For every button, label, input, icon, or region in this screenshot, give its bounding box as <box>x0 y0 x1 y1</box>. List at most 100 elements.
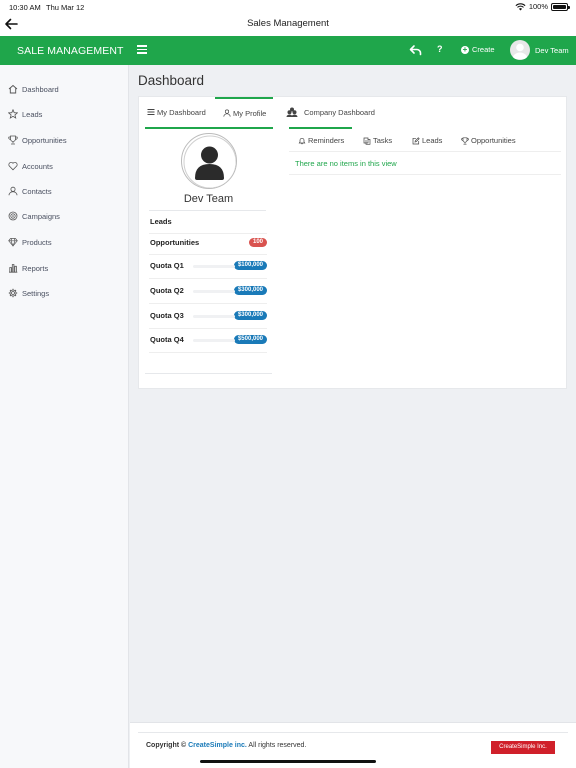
help-button[interactable]: ? <box>437 44 443 54</box>
divider <box>149 303 267 304</box>
subtab-label: Opportunities <box>471 136 516 145</box>
bell-icon <box>298 137 306 144</box>
sidebar-item-label: Dashboard <box>22 84 59 94</box>
rights-text: All rights reserved. <box>248 742 307 749</box>
stat-opportunities[interactable]: Opportunities 100 <box>150 236 267 248</box>
sidebar-item-label: Opportunities <box>22 135 67 145</box>
edit-icon <box>412 136 420 144</box>
sidebar-item-label: Campaigns <box>22 211 60 221</box>
stat-label: Opportunities <box>150 237 200 247</box>
sidebar-item-contacts[interactable]: Contacts <box>8 186 52 196</box>
sidebar-item-dashboard[interactable]: Dashboard <box>8 84 59 94</box>
diamond-icon <box>8 238 18 247</box>
tab-label: Company Dashboard <box>304 107 375 117</box>
person-icon <box>183 135 236 188</box>
status-date: Thu Mar 12 <box>46 3 85 12</box>
trophy-icon <box>8 135 18 145</box>
subtab-reminders[interactable]: Reminders <box>298 136 344 145</box>
profile-avatar <box>181 133 237 189</box>
copyright-text: Copyright © CreateSimple inc. All rights… <box>146 742 306 749</box>
status-bar: 10:30 AM Thu Mar 12 100% <box>0 0 576 14</box>
gear-icon <box>8 288 18 298</box>
avatar-person-icon <box>512 43 528 59</box>
sidebar-item-leads[interactable]: Leads <box>8 109 42 119</box>
subtab-leads[interactable]: Leads <box>412 136 442 145</box>
stat-label: Quota Q4 <box>150 334 184 344</box>
divider <box>149 328 267 329</box>
undo-icon[interactable] <box>409 44 422 56</box>
trophy-icon <box>461 136 469 145</box>
nav-title: Sales Management <box>247 18 329 29</box>
create-label: Create <box>472 45 495 54</box>
sidebar: Dashboard Leads Opportunities Accounts C… <box>0 65 129 768</box>
user-avatar[interactable] <box>510 40 530 60</box>
sidebar-item-label: Leads <box>22 109 43 119</box>
stat-label: Leads <box>150 216 172 226</box>
star-icon <box>8 109 18 119</box>
user-name[interactable]: Dev Team <box>535 46 569 55</box>
home-indicator[interactable] <box>200 760 376 763</box>
tab-my-dashboard[interactable]: My Dashboard <box>147 97 206 127</box>
home-icon <box>8 84 18 94</box>
page-title: Dashboard <box>138 73 205 88</box>
user-icon <box>8 186 18 196</box>
wifi-icon <box>515 2 526 11</box>
subtab-label: Reminders <box>308 136 345 145</box>
heart-icon <box>8 161 18 171</box>
sidebar-item-accounts[interactable]: Accounts <box>8 161 53 171</box>
tab-label: My Dashboard <box>157 107 206 117</box>
subtab-tasks[interactable]: Tasks <box>363 136 392 145</box>
subtab-opportunities[interactable]: Opportunities <box>461 136 516 145</box>
plus-circle-icon: + <box>461 44 469 54</box>
users-icon <box>286 107 298 117</box>
divider <box>149 254 267 255</box>
stat-leads[interactable]: Leads <box>150 215 267 227</box>
quota-badge: $300,000 <box>233 285 267 295</box>
divider <box>149 278 267 279</box>
opportunities-count-badge: 100 <box>248 237 267 247</box>
sidebar-item-label: Settings <box>22 288 50 298</box>
sidebar-item-reports[interactable]: Reports <box>8 263 48 273</box>
company-link[interactable]: CreateSimple inc. <box>188 742 247 749</box>
divider <box>149 210 266 211</box>
quota-progress-bar <box>193 315 235 318</box>
user-icon <box>223 109 231 117</box>
stat-label: Quota Q2 <box>150 285 184 295</box>
tab-my-profile[interactable]: My Profile <box>215 97 273 127</box>
sidebar-item-label: Reports <box>22 263 49 273</box>
create-button[interactable]: + Create <box>461 45 495 54</box>
divider <box>138 732 568 733</box>
subtab-label: Leads <box>422 136 443 145</box>
profile-panel: Dev Team Leads Opportunities 100 Quota Q… <box>145 129 272 374</box>
profile-name: Dev Team <box>183 193 234 205</box>
quota-badge: $500,000 <box>233 334 267 344</box>
nav-bar: Sales Management <box>0 14 576 36</box>
battery-level <box>553 4 566 9</box>
createsimple-button[interactable]: CreateSimple Inc. <box>491 741 555 754</box>
quota-progress-bar <box>193 265 235 268</box>
quota-badge: $300,000 <box>233 310 267 320</box>
quota-badge: $100,000 <box>233 260 267 270</box>
empty-state-message: There are no items in this view <box>295 159 397 168</box>
hamburger-menu-icon[interactable] <box>137 45 147 54</box>
sidebar-item-label: Products <box>22 237 52 247</box>
sidebar-item-products[interactable]: Products <box>8 237 52 247</box>
sidebar-item-opportunities[interactable]: Opportunities <box>8 135 67 145</box>
status-right: 100% <box>515 2 570 11</box>
tab-label: My Profile <box>233 108 267 118</box>
sidebar-item-campaigns[interactable]: Campaigns <box>8 211 60 221</box>
bar-chart-icon <box>9 264 18 273</box>
tab-company-dashboard[interactable]: Company Dashboard <box>286 97 375 127</box>
quota-progress-bar <box>193 339 235 342</box>
app-header: SALE MANAGEMENT ? + Create Dev Team <box>0 36 576 65</box>
sidebar-item-settings[interactable]: Settings <box>8 288 49 298</box>
stat-label: Quota Q1 <box>150 260 184 270</box>
subtab-label: Tasks <box>373 136 393 145</box>
brand-name[interactable]: SALE MANAGEMENT <box>17 45 124 57</box>
divider <box>149 352 267 353</box>
divider <box>289 174 561 175</box>
sidebar-item-label: Contacts <box>22 186 52 196</box>
copyright-prefix: Copyright © <box>146 742 187 749</box>
stat-label: Quota Q3 <box>150 310 184 320</box>
activity-subtabs: Reminders Tasks Leads Opportunities <box>289 127 561 152</box>
